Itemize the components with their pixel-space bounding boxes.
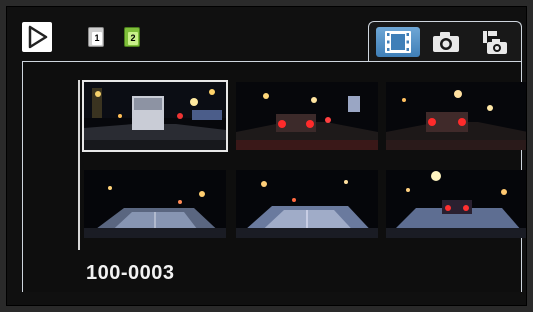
video-thumbnail[interactable] <box>386 82 528 150</box>
tab-video[interactable] <box>376 27 420 57</box>
video-thumbnail[interactable] <box>386 170 528 238</box>
media-type-tabs <box>368 21 522 61</box>
event-camera-icon <box>483 31 507 54</box>
tab-photo[interactable] <box>427 27 465 57</box>
sd-card-2-label: 2 <box>128 32 138 45</box>
video-thumbnail[interactable] <box>236 82 378 150</box>
video-thumbnail[interactable] <box>236 170 378 238</box>
tab-event[interactable] <box>475 27 513 57</box>
play-icon <box>28 25 48 49</box>
sd-card-1-icon[interactable]: 1 <box>88 27 104 47</box>
sd-card-2-icon[interactable]: 2 <box>124 27 140 47</box>
film-strip-icon <box>385 31 411 53</box>
sd-card-1-label: 1 <box>92 32 102 45</box>
play-button[interactable] <box>22 22 52 52</box>
video-thumbnail[interactable] <box>84 170 226 238</box>
folder-label: 100-0003 <box>86 262 175 284</box>
scrollbar[interactable] <box>78 80 80 250</box>
video-thumbnail[interactable] <box>82 80 228 152</box>
camera-icon <box>433 32 459 52</box>
playback-screen: 1 2 100-0003 <box>0 0 533 312</box>
